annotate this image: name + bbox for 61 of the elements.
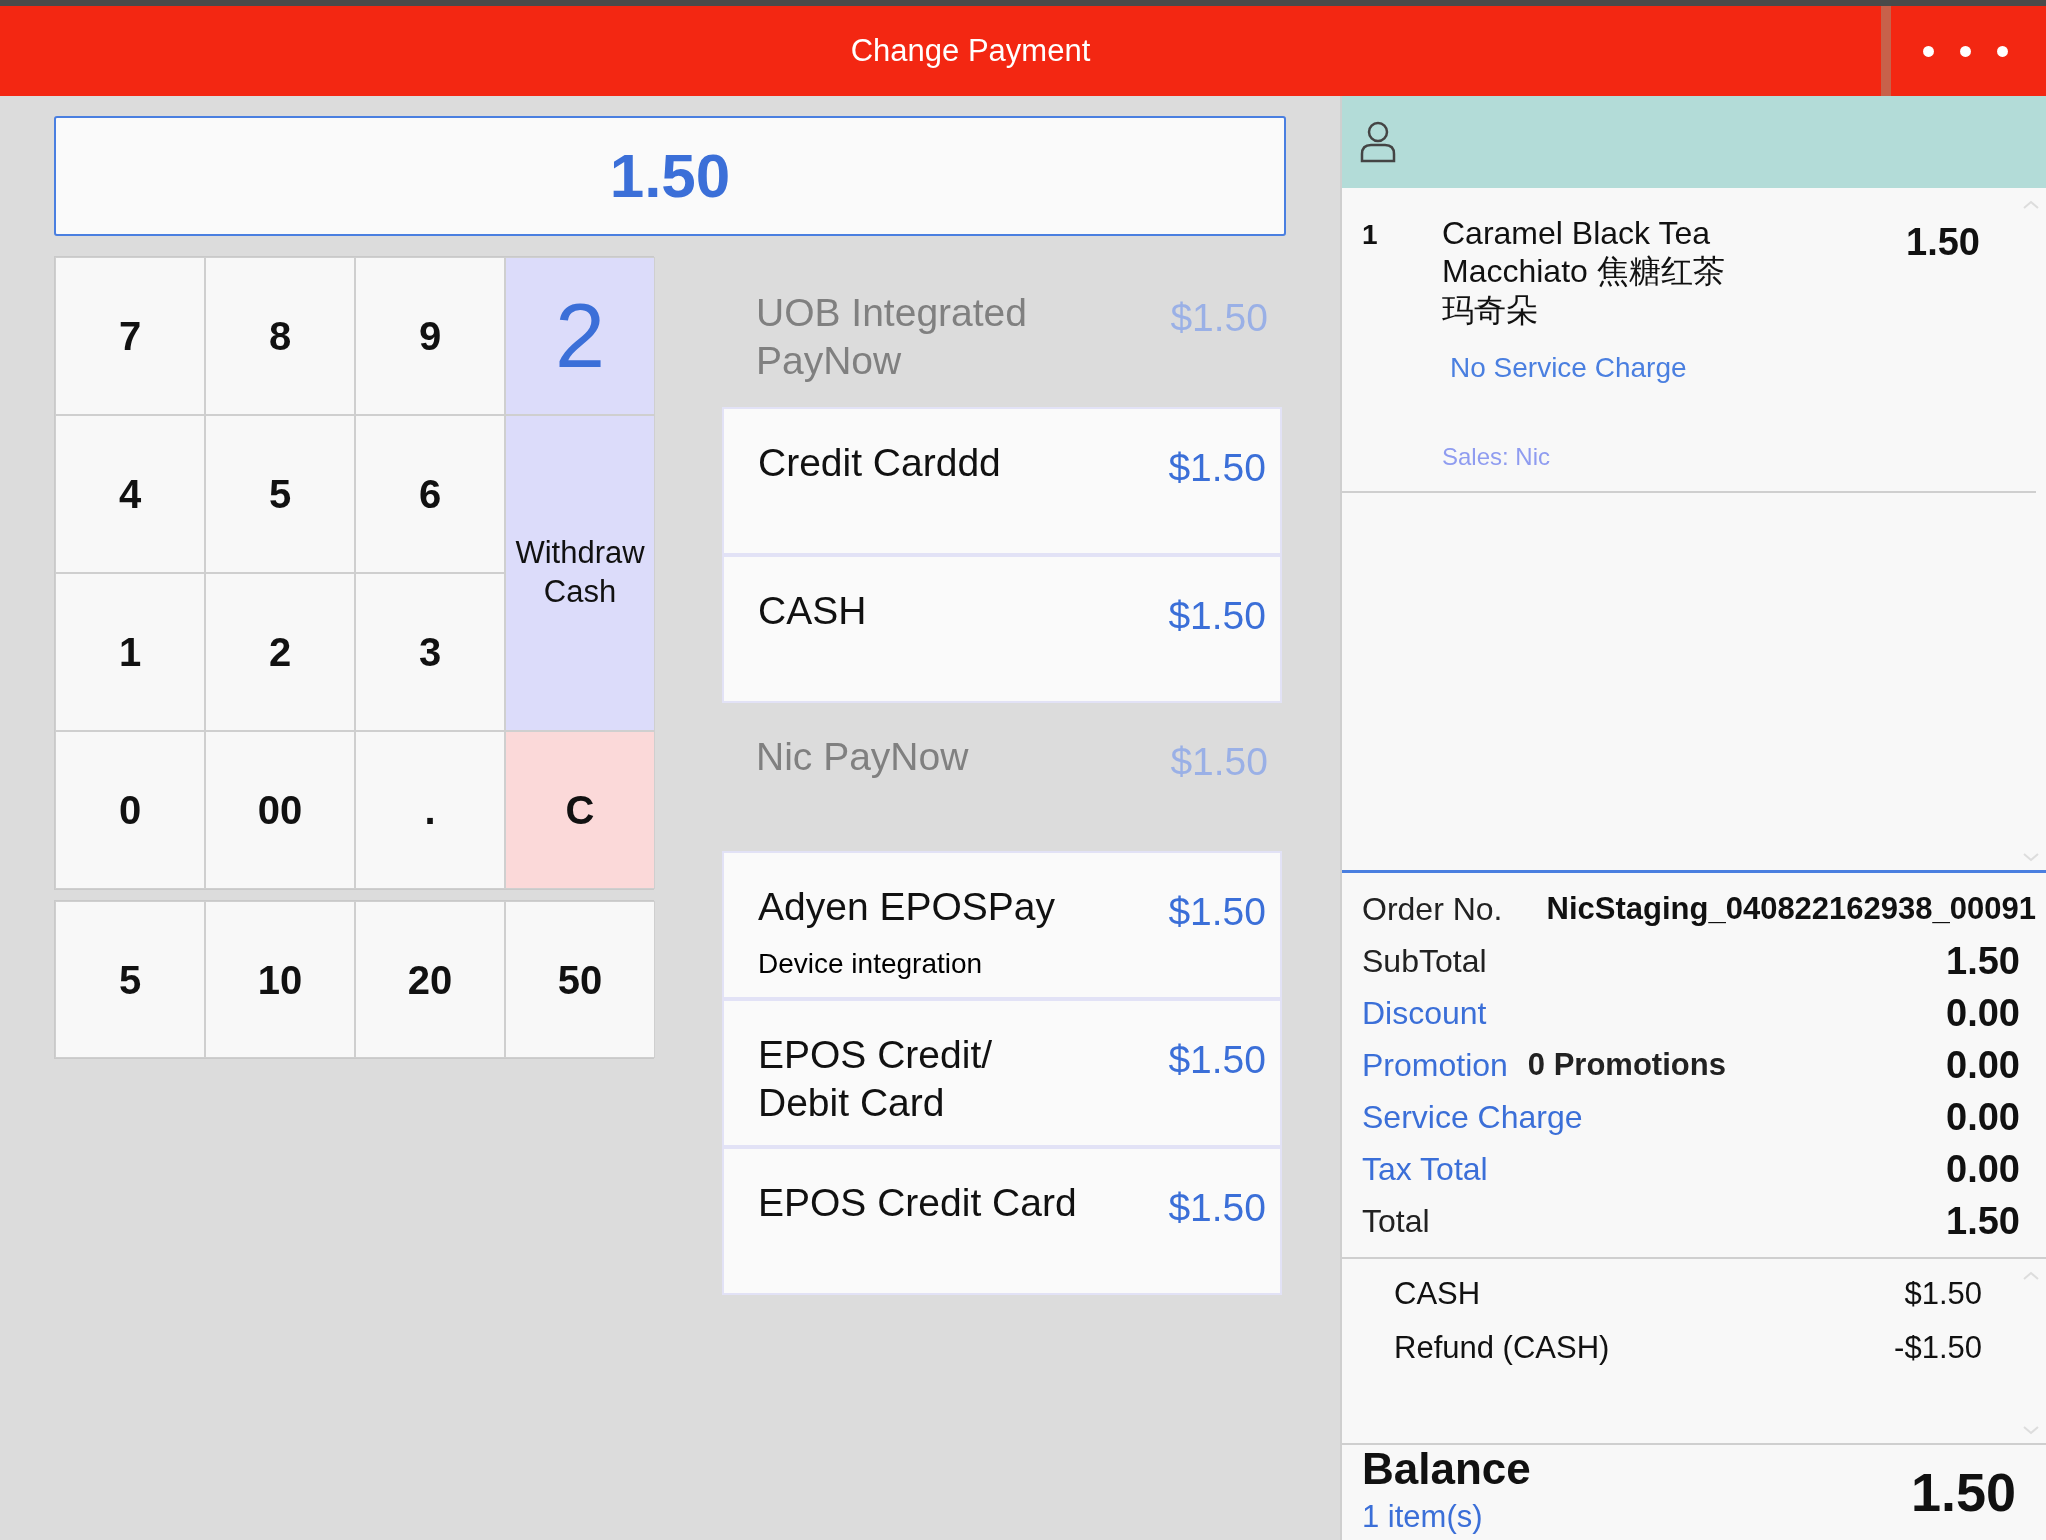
salesperson-label: Sales: Nic [1442, 442, 1552, 473]
summary-value: 1.50 [1946, 1198, 2021, 1244]
payment-name: Adyen EPOSPay [758, 884, 1055, 930]
keypad-key[interactable]: 9 [355, 257, 505, 415]
summary-value: 0.00 [1946, 1094, 2021, 1140]
order-number: NicStaging_040822162938_00091 [1546, 889, 2036, 928]
amount-field[interactable]: 1.50 [54, 116, 1286, 236]
keypad-key[interactable]: 6 [355, 415, 505, 573]
scroll-up-icon[interactable] [2022, 200, 2040, 210]
summary-link[interactable]: Service Charge [1362, 1093, 1583, 1142]
quick-amount-key[interactable]: 20 [355, 901, 505, 1058]
scroll-down-icon[interactable] [2022, 1425, 2040, 1436]
summary-link[interactable]: Promotion [1362, 1041, 1508, 1090]
keypad-key[interactable]: 7 [55, 257, 205, 415]
withdraw-cash-button[interactable]: Withdraw Cash [505, 415, 655, 731]
item-count-link[interactable]: 1 item(s) [1362, 1493, 1531, 1540]
balance-value: 1.50 [1910, 1461, 2017, 1525]
payment-method-button[interactable]: EPOS Credit Card $1.50 [722, 1147, 1282, 1295]
summary-label: SubTotal [1362, 942, 1487, 982]
summary-label: Order No. [1362, 890, 1503, 930]
quick-amount-key[interactable]: 5 [55, 901, 205, 1058]
keypad-key[interactable]: 0 [55, 731, 205, 889]
quick-amount-key[interactable]: 50 [505, 901, 655, 1058]
clear-key[interactable]: C [505, 731, 655, 889]
quick-amount-key[interactable]: 10 [205, 901, 355, 1058]
payment-method-button[interactable]: Credit Carddd $1.50 [722, 407, 1282, 555]
payment-method-button[interactable]: Adyen EPOSPay Device integration $1.50 [722, 851, 1282, 999]
keypad-key[interactable]: . [355, 731, 505, 889]
summary-value: 0.00 [1946, 990, 2021, 1036]
keypad-key[interactable]: 5 [205, 415, 355, 573]
payment-amount: $1.50 [1168, 889, 1266, 935]
summary-value: 1.50 [1946, 938, 2021, 984]
summary-link[interactable]: Tax Total [1362, 1145, 1488, 1194]
item-note[interactable]: No Service Charge [1450, 347, 1906, 390]
summary-link[interactable]: Discount [1362, 989, 1487, 1038]
keypad-key[interactable]: 4 [55, 415, 205, 573]
keypad-key[interactable]: 00 [205, 731, 355, 889]
payment-subtitle: Device integration [758, 946, 984, 981]
item-price: 1.50 [1906, 220, 1981, 265]
mode-key[interactable]: 2 [505, 257, 655, 415]
summary-label: Total [1362, 1202, 1430, 1242]
keypad-key[interactable]: 1 [55, 573, 205, 731]
item-quantity: 1 [1362, 218, 1379, 252]
keypad-key[interactable]: 3 [355, 573, 505, 731]
item-name: Caramel Black Tea Macchiato 焦糖红茶玛奇朵 [1442, 214, 1726, 330]
summary-value: 0.00 [1946, 1042, 2021, 1088]
promotion-count: 0 Promotions [1527, 1045, 1726, 1084]
scroll-up-icon[interactable] [2022, 1271, 2040, 1282]
window-title: Change Payment [849, 31, 1092, 70]
payment-name: CASH [1394, 1274, 1481, 1313]
summary-value: 0.00 [1946, 1146, 2021, 1192]
payment-name: Refund (CASH) [1394, 1328, 1610, 1367]
payment-amount: $1.50 [1904, 1274, 1982, 1313]
scroll-down-icon[interactable] [2022, 852, 2040, 863]
payment-method-button[interactable]: EPOS Credit/ Debit Card $1.50 [722, 999, 1282, 1147]
keypad-key[interactable]: 2 [205, 573, 355, 731]
customer-icon[interactable] [1360, 121, 1396, 163]
payment-amount: -$1.50 [1894, 1328, 1982, 1367]
payment-method-button[interactable]: CASH $1.50 [722, 555, 1282, 703]
keypad-key[interactable]: 8 [205, 257, 355, 415]
balance-label: Balance [1362, 1445, 1531, 1494]
